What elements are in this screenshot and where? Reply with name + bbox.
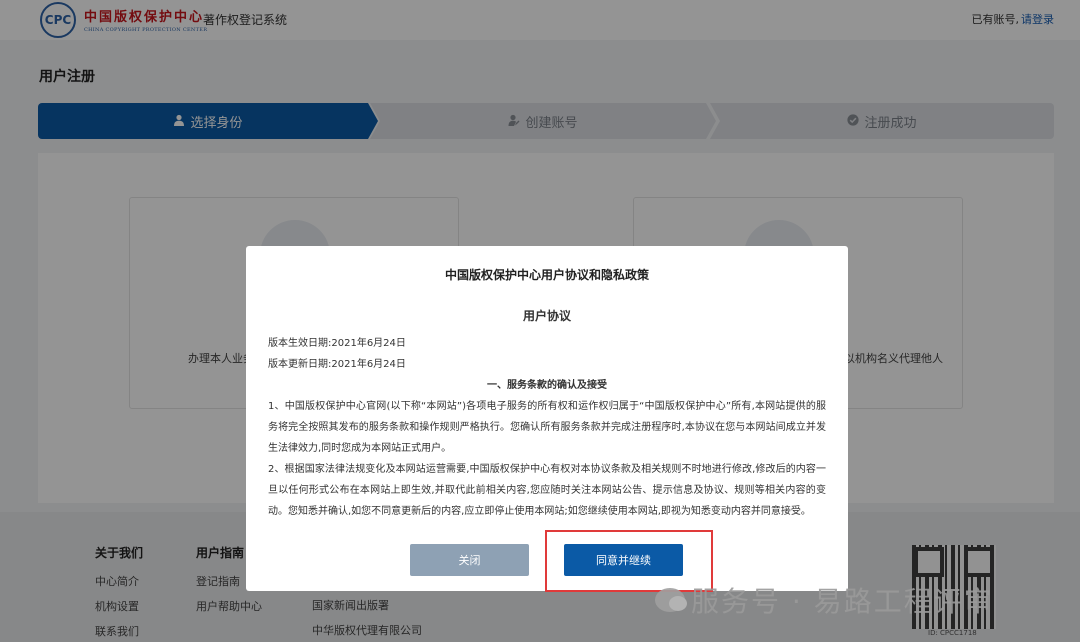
clause-paragraph: 2、根据国家法律法规变化及本网站运营需要,中国版权保护中心有权对本协议条款及相关… xyxy=(268,464,826,517)
wechat-icon xyxy=(655,588,687,612)
close-button[interactable]: 关闭 xyxy=(410,544,529,576)
clause-paragraph: 1、中国版权保护中心官网(以下称“本网站”)各项电子服务的所有权和运作权归属于“… xyxy=(268,401,826,454)
section-title: 用户协议 xyxy=(522,309,571,323)
effective-date: 版本生效日期:2021年6月24日 xyxy=(268,338,406,349)
modal-title: 中国版权保护中心用户协议和隐私政策 xyxy=(444,268,649,282)
clause-title: 一、服务条款的确认及接受 xyxy=(487,380,607,391)
update-date: 版本更新日期:2021年6月24日 xyxy=(268,359,406,370)
modal-body[interactable]: 用户协议 版本生效日期:2021年6月24日 版本更新日期:2021年6月24日… xyxy=(268,306,826,532)
watermark-text: 服务号 · 易路工程评审 xyxy=(691,585,994,618)
watermark: 服务号 · 易路工程评审 xyxy=(655,580,994,620)
